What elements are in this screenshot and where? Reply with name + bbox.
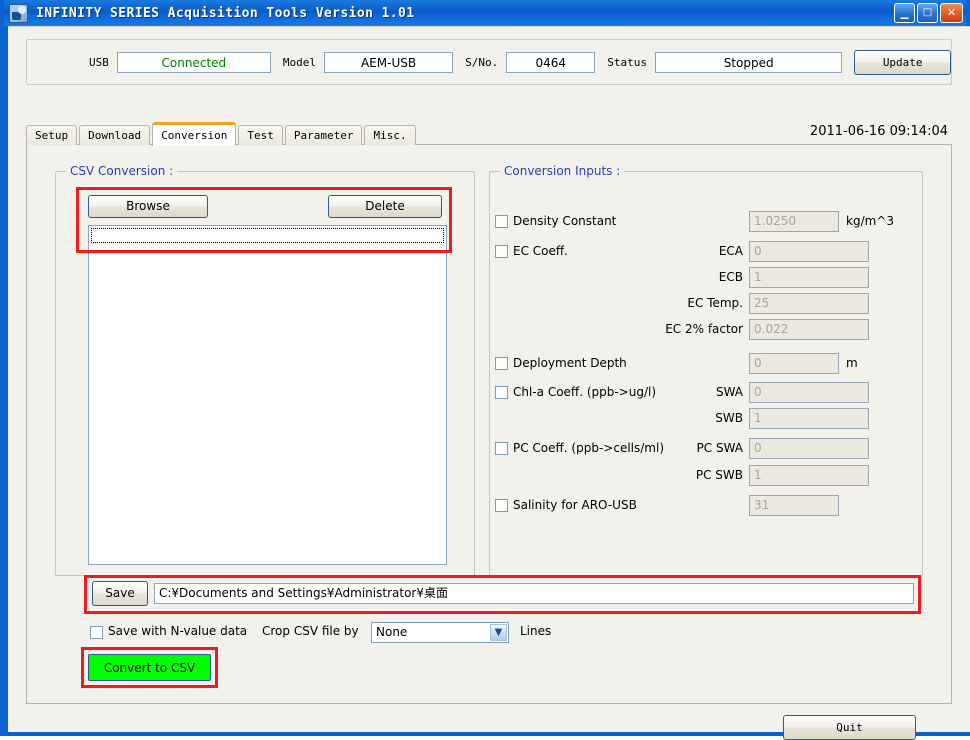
file-list-box[interactable] xyxy=(88,225,447,565)
convert-to-csv-button[interactable]: Convert to CSV xyxy=(88,654,211,681)
file-list-focus-row[interactable] xyxy=(91,228,444,243)
maximize-icon: □ xyxy=(918,4,937,22)
lines-label: Lines xyxy=(520,624,551,638)
conversion-input-checkbox[interactable] xyxy=(495,245,508,258)
tab-download[interactable]: Download xyxy=(79,125,150,145)
datetime-display: 2011-06-16 09:14:04 xyxy=(810,124,948,139)
maximize-button[interactable]: □ xyxy=(917,3,938,23)
conversion-input-field[interactable]: 0 xyxy=(749,241,869,262)
conversion-input-label: Salinity for ARO-USB xyxy=(513,497,637,513)
save-with-nvalue-checkbox[interactable] xyxy=(90,626,103,639)
save-path-input[interactable]: C:¥Documents and Settings¥Administrator¥… xyxy=(154,583,914,604)
conversion-input-sublabel: SWA xyxy=(588,384,743,400)
conversion-input-field[interactable]: 0 xyxy=(749,438,869,459)
conversion-input-field[interactable]: 0 xyxy=(749,353,839,374)
tab-setup[interactable]: Setup xyxy=(26,125,77,145)
csv-conversion-title: CSV Conversion : xyxy=(66,164,177,178)
title-bar: INFINITY SERIES Acquisition Tools Versio… xyxy=(4,0,966,26)
close-icon: ✕ xyxy=(941,4,962,22)
serial-number-field: 0464 xyxy=(506,52,595,73)
quit-button[interactable]: Quit xyxy=(783,715,916,740)
usb-label: USB xyxy=(89,56,109,69)
conversion-input-sublabel: PC SWA xyxy=(588,440,743,456)
minimize-icon: _ xyxy=(895,4,914,22)
conversion-input-sublabel: PC SWB xyxy=(588,467,743,483)
tab-parameter[interactable]: Parameter xyxy=(285,125,363,145)
conversion-input-sublabel: SWB xyxy=(588,410,743,426)
conversion-input-sublabel: EC 2% factor xyxy=(588,321,743,337)
conversion-input-checkbox[interactable] xyxy=(495,386,508,399)
conversion-input-checkbox[interactable] xyxy=(495,442,508,455)
tab-misc[interactable]: Misc. xyxy=(364,125,415,145)
browse-button[interactable]: Browse xyxy=(88,195,208,218)
tab-test[interactable]: Test xyxy=(238,125,283,145)
window-title: INFINITY SERIES Acquisition Tools Versio… xyxy=(36,6,414,21)
window-controls: _ □ ✕ xyxy=(894,3,963,23)
close-button[interactable]: ✕ xyxy=(940,3,963,23)
conversion-input-field[interactable]: 25 xyxy=(749,293,869,314)
save-button[interactable]: Save xyxy=(92,581,148,606)
client-area: USB Connected Model AEM-USB S/No. 0464 S… xyxy=(8,26,970,732)
conversion-input-sublabel: EC Temp. xyxy=(588,295,743,311)
conversion-input-field[interactable]: 0.022 xyxy=(749,319,869,340)
app-icon xyxy=(9,4,28,23)
model-label: Model xyxy=(283,56,316,69)
model-field: AEM-USB xyxy=(324,52,453,73)
conversion-input-field[interactable]: 1.0250 xyxy=(749,211,839,232)
tab-bar: Setup Download Conversion Test Parameter… xyxy=(26,123,416,145)
chevron-down-icon: ▼ xyxy=(491,625,506,640)
conversion-input-field[interactable]: 0 xyxy=(749,382,869,403)
conversion-input-checkbox[interactable] xyxy=(495,215,508,228)
conversion-input-unit: m xyxy=(846,355,858,371)
conversion-input-unit: kg/m^3 xyxy=(846,213,894,229)
conversion-input-sublabel: ECB xyxy=(588,269,743,285)
conversion-inputs-title: Conversion Inputs : xyxy=(500,164,624,178)
crop-csv-selected-value: None xyxy=(376,623,407,642)
conversion-inputs-group: Conversion Inputs : xyxy=(489,171,923,576)
conversion-input-checkbox[interactable] xyxy=(495,499,508,512)
update-button[interactable]: Update xyxy=(854,50,951,75)
tab-conversion[interactable]: Conversion xyxy=(152,122,236,146)
application-window: INFINITY SERIES Acquisition Tools Versio… xyxy=(0,0,970,736)
conversion-input-field[interactable]: 1 xyxy=(749,267,869,288)
usb-status-field: Connected xyxy=(117,52,271,73)
conversion-input-label: EC Coeff. xyxy=(513,243,568,259)
minimize-button[interactable]: _ xyxy=(894,3,915,23)
conversion-input-sublabel: ECA xyxy=(588,243,743,259)
status-field: Stopped xyxy=(655,52,842,73)
device-status-row: USB Connected Model AEM-USB S/No. 0464 S… xyxy=(27,40,951,84)
conversion-input-checkbox[interactable] xyxy=(495,357,508,370)
crop-csv-label: Crop CSV file by xyxy=(262,624,359,638)
conversion-input-field[interactable]: 1 xyxy=(749,465,869,486)
conversion-input-label: Deployment Depth xyxy=(513,355,627,371)
delete-button[interactable]: Delete xyxy=(328,195,442,218)
conversion-input-label: Density Constant xyxy=(513,213,616,229)
status-label: Status xyxy=(607,56,647,69)
serial-number-label: S/No. xyxy=(465,56,498,69)
crop-csv-select[interactable]: None ▼ xyxy=(371,622,509,643)
crop-csv-dropdown-button[interactable]: ▼ xyxy=(490,624,507,641)
save-with-nvalue-label: Save with N-value data xyxy=(108,624,247,638)
device-status-panel: USB Connected Model AEM-USB S/No. 0464 S… xyxy=(26,39,952,85)
conversion-input-field[interactable]: 1 xyxy=(749,408,869,429)
conversion-input-field[interactable]: 31 xyxy=(749,495,839,516)
